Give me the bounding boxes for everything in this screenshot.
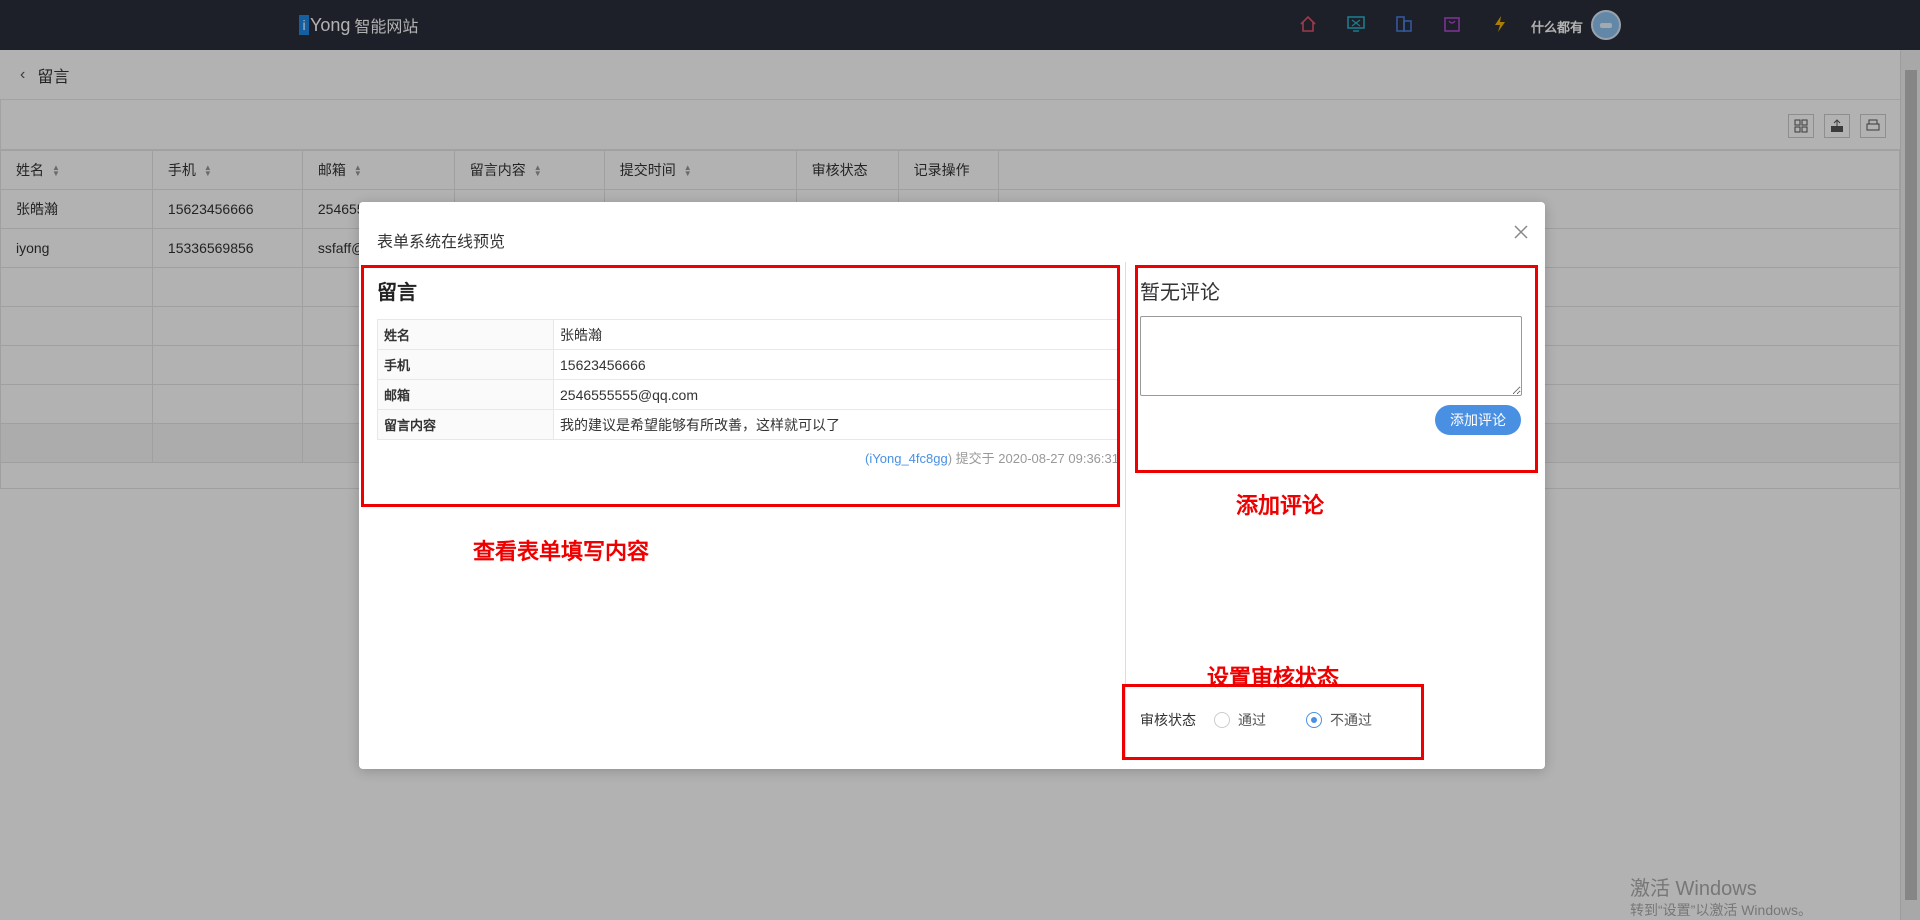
annotation-set-review: 设置审核状态 <box>1207 665 1340 691</box>
annotation-add-comment: 添加评论 <box>1236 493 1325 519</box>
dialog-title: 表单系统在线预览 <box>377 234 506 251</box>
close-icon[interactable] <box>1511 222 1531 242</box>
annotation-box-review <box>1122 684 1424 760</box>
windows-watermark-sub: 转到“设置”以激活 Windows。 <box>1630 902 1813 918</box>
annotation-box-form <box>361 265 1120 507</box>
windows-watermark: 激活 Windows <box>1630 878 1757 900</box>
annotation-view-form: 查看表单填写内容 <box>473 539 650 565</box>
annotation-box-comment <box>1135 265 1538 473</box>
pane-divider <box>1125 262 1126 757</box>
